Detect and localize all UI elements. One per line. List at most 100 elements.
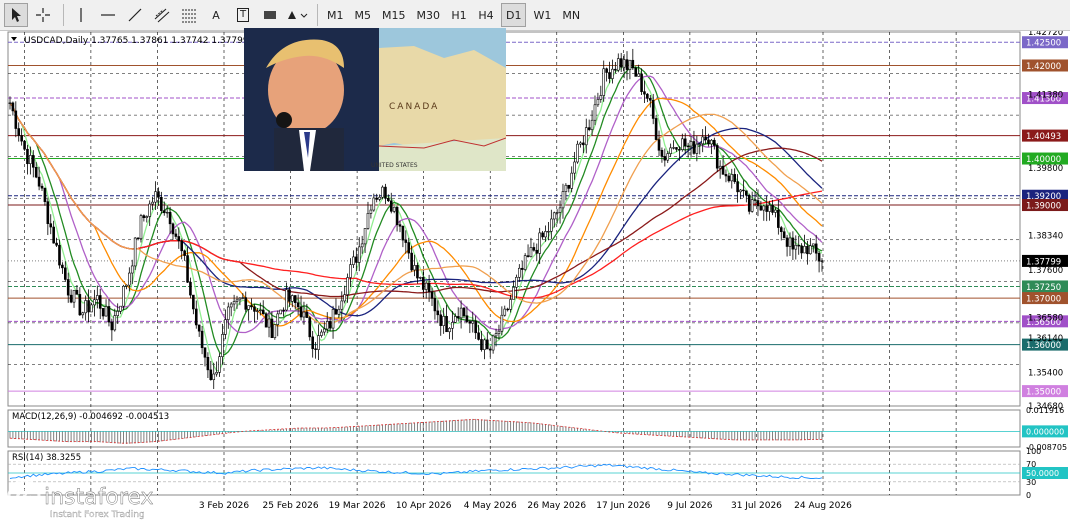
candle-body xyxy=(229,303,233,308)
candle-body xyxy=(384,186,387,199)
price-chart[interactable]: 1.425001.420001.413001.404931.400001.392… xyxy=(0,31,1070,520)
candle-body xyxy=(631,59,635,69)
candle-body xyxy=(215,372,218,375)
candle-body xyxy=(433,298,437,312)
candle-body xyxy=(718,165,722,169)
candle-body xyxy=(337,308,341,315)
candle-body xyxy=(765,205,769,212)
timeframe-m15[interactable]: M15 xyxy=(378,3,410,27)
candle-body xyxy=(363,228,367,245)
rectangle-icon[interactable] xyxy=(258,3,282,27)
candle-body xyxy=(634,67,638,77)
candle-body xyxy=(410,252,413,271)
candle-body xyxy=(130,265,134,274)
candle-body xyxy=(535,249,539,254)
candle-body xyxy=(739,189,742,193)
timeframe-h4[interactable]: H4 xyxy=(474,3,498,27)
crosshair-icon[interactable] xyxy=(31,3,55,27)
candle-body xyxy=(296,302,300,308)
candle-body xyxy=(745,190,748,196)
candle-body xyxy=(797,244,801,247)
candle-body xyxy=(715,145,719,169)
candle-body xyxy=(515,276,518,288)
candle-body xyxy=(710,139,713,145)
text-icon[interactable]: A xyxy=(204,3,228,27)
candle-body xyxy=(602,68,606,96)
toolbar-separator xyxy=(63,4,64,26)
candle-body xyxy=(509,299,512,310)
collapse-arrow-icon[interactable] xyxy=(11,37,17,41)
rsi-tick-label: 50.0000 xyxy=(1026,469,1059,478)
channel-icon[interactable] xyxy=(150,3,174,27)
candle-body xyxy=(407,242,411,254)
candle-body xyxy=(212,373,216,381)
candle-body xyxy=(23,140,26,150)
candle-body xyxy=(26,148,29,165)
text-label-icon[interactable]: T xyxy=(231,3,255,27)
candle-body xyxy=(279,309,282,315)
candle-body xyxy=(381,186,384,198)
price-tag-label: 1.37000 xyxy=(1026,295,1061,305)
price-tag-label: 1.42000 xyxy=(1026,62,1061,72)
candle-body xyxy=(66,279,70,296)
fibonacci-icon[interactable] xyxy=(177,3,201,27)
timeframe-m5[interactable]: M5 xyxy=(351,3,376,27)
candle-body xyxy=(174,233,178,237)
timeframe-w1[interactable]: W1 xyxy=(529,3,555,27)
candle-body xyxy=(125,284,128,287)
candle-body xyxy=(520,267,524,270)
timeframe-m30[interactable]: M30 xyxy=(413,3,445,27)
candle-body xyxy=(497,330,501,334)
candle-body xyxy=(695,143,699,154)
x-tick-label: 9 Jul 2026 xyxy=(667,501,712,511)
trendline-icon[interactable] xyxy=(123,3,147,27)
cursor-icon[interactable] xyxy=(4,3,28,27)
candle-body xyxy=(241,297,245,299)
candle-body xyxy=(811,243,815,247)
vertical-line-icon[interactable] xyxy=(69,3,93,27)
map-label-canada: CANADA xyxy=(389,102,439,112)
candle-body xyxy=(29,155,32,165)
candle-body xyxy=(369,209,373,214)
candle-body xyxy=(430,291,434,299)
timeframe-h1[interactable]: H1 xyxy=(447,3,471,27)
candle-body xyxy=(20,135,23,142)
candle-body xyxy=(325,321,329,330)
timeframe-d1[interactable]: D1 xyxy=(501,3,527,27)
candle-body xyxy=(11,102,15,112)
candle-body xyxy=(328,321,332,329)
candle-body xyxy=(771,204,774,213)
shapes-icon[interactable] xyxy=(285,3,309,27)
candle-body xyxy=(206,356,210,371)
candle-body xyxy=(453,316,457,323)
candle-body xyxy=(759,205,763,211)
candle-body xyxy=(14,110,18,129)
candle-body xyxy=(774,209,777,213)
candle-body xyxy=(119,305,122,312)
candle-body xyxy=(288,289,291,302)
x-tick-label: 19 Mar 2026 xyxy=(329,501,386,511)
candle-body xyxy=(200,330,204,349)
candle-body xyxy=(660,149,664,157)
candle-body xyxy=(436,310,440,316)
map-label-us: UNITED STATES xyxy=(371,162,418,169)
candle-body xyxy=(378,196,381,200)
timeframe-mn[interactable]: MN xyxy=(558,3,584,27)
candle-body xyxy=(81,312,85,316)
horizontal-line-icon[interactable] xyxy=(96,3,120,27)
candle-body xyxy=(235,299,239,302)
candle-body xyxy=(84,300,87,314)
candle-body xyxy=(308,317,312,338)
candle-body xyxy=(299,306,303,318)
candle-body xyxy=(579,142,582,145)
candle-body xyxy=(820,260,824,263)
candle-body xyxy=(733,174,736,182)
candle-body xyxy=(532,247,536,251)
candle-body xyxy=(669,147,672,154)
candle-body xyxy=(619,58,623,68)
candle-body xyxy=(17,128,21,136)
candle-body xyxy=(392,206,396,212)
candle-body xyxy=(686,145,690,148)
candle-body xyxy=(247,305,250,310)
timeframe-m1[interactable]: M1 xyxy=(323,3,348,27)
